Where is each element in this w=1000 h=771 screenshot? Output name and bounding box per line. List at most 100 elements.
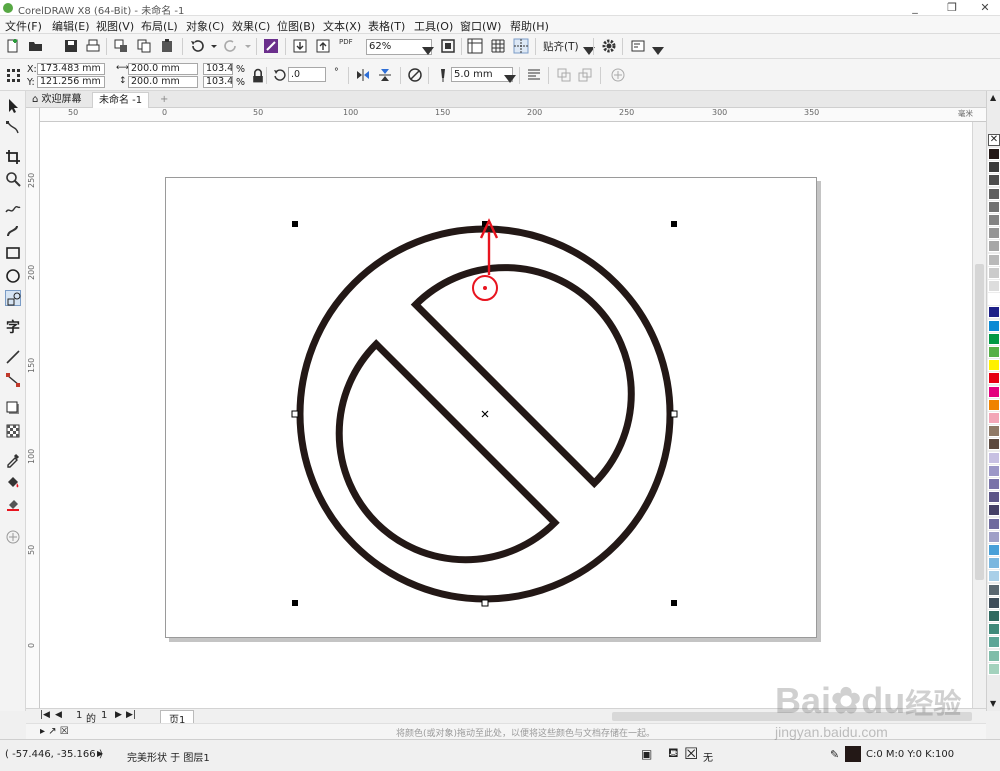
snap-to-menu[interactable]: 贴齐(T): [543, 39, 579, 54]
zoom-tool-icon[interactable]: [5, 171, 21, 187]
smart-fill-icon[interactable]: [5, 496, 21, 512]
color-swatch[interactable]: [988, 346, 1000, 358]
height-input[interactable]: 200.0 mm: [128, 76, 198, 88]
color-swatch[interactable]: [988, 610, 1000, 622]
redo-dropdown-icon[interactable]: [240, 38, 251, 54]
prohibit-half-lower[interactable]: [335, 339, 560, 564]
status-expand-icon[interactable]: ▶: [97, 749, 103, 758]
palette-scroll-down-icon[interactable]: ▼: [990, 699, 996, 708]
color-swatch[interactable]: [988, 438, 1000, 451]
artwork-layer[interactable]: [40, 122, 972, 708]
show-rulers-icon[interactable]: [467, 38, 483, 54]
menu-edit[interactable]: 编辑(E): [52, 18, 90, 34]
menu-window[interactable]: 窗口(W): [460, 18, 501, 34]
new-document-icon[interactable]: [5, 38, 21, 54]
color-swatch[interactable]: [988, 306, 1000, 319]
mirror-vertical-icon[interactable]: [377, 67, 393, 83]
maximize-button[interactable]: ❐: [940, 0, 964, 16]
color-swatch[interactable]: [988, 412, 1000, 424]
options-gear-icon[interactable]: [601, 38, 617, 54]
import-arrow-icon[interactable]: [292, 38, 308, 54]
next-page-icon[interactable]: ▶: [115, 710, 122, 720]
color-swatch[interactable]: [988, 200, 1000, 213]
palette-scroll-up-icon[interactable]: ▲: [990, 93, 996, 102]
color-swatch[interactable]: [988, 570, 1000, 583]
width-input[interactable]: 200.0 mm: [128, 63, 198, 75]
first-page-icon[interactable]: |◀: [40, 710, 50, 720]
no-color-swatch[interactable]: ✕: [988, 134, 1000, 146]
color-swatch[interactable]: [988, 451, 1000, 464]
launch-app-icon[interactable]: [630, 38, 646, 54]
color-swatch[interactable]: [988, 662, 1000, 675]
menu-object[interactable]: 对象(C): [186, 18, 224, 34]
print-icon[interactable]: [85, 38, 101, 54]
import-icon[interactable]: [113, 38, 129, 54]
edit-icon[interactable]: ▸ ↗ ☒: [40, 726, 69, 737]
color-swatch[interactable]: [988, 240, 1000, 253]
color-swatch[interactable]: [988, 596, 1000, 609]
color-swatch[interactable]: [988, 187, 1000, 200]
tab-document[interactable]: 未命名 -1: [92, 92, 150, 108]
horizontal-ruler[interactable]: 50 0 50 100 150 200 250 300 350 毫米: [40, 108, 986, 122]
full-screen-icon[interactable]: [440, 38, 456, 54]
color-swatch[interactable]: [988, 280, 1000, 292]
open-folder-icon[interactable]: [28, 38, 44, 54]
wrap-text-icon[interactable]: [407, 67, 423, 83]
mirror-horizontal-icon[interactable]: [355, 67, 371, 83]
undo-icon[interactable]: [189, 38, 205, 54]
vertical-scrollbar[interactable]: [972, 122, 986, 708]
pick-tool-icon[interactable]: [5, 98, 21, 114]
color-swatch[interactable]: [988, 293, 1000, 306]
menu-help[interactable]: 帮助(H): [510, 18, 549, 34]
show-grid-icon[interactable]: [490, 38, 506, 54]
tab-welcome[interactable]: ⌂ 欢迎屏幕: [26, 92, 92, 108]
color-swatch[interactable]: [988, 491, 1000, 504]
color-swatch[interactable]: [988, 425, 1000, 438]
rectangle-tool-icon[interactable]: [5, 245, 21, 261]
add-tool-icon[interactable]: [5, 529, 21, 545]
eyedropper-icon[interactable]: [5, 452, 21, 468]
zoom-dropdown-icon[interactable]: [420, 43, 434, 55]
color-swatch[interactable]: [988, 148, 1000, 160]
color-swatch[interactable]: [988, 544, 1000, 556]
color-swatch[interactable]: [988, 332, 1000, 345]
export-pdf-icon[interactable]: PDF: [339, 38, 357, 54]
close-button[interactable]: ✕: [973, 0, 997, 16]
color-proof-icon[interactable]: ▣: [641, 747, 652, 761]
color-swatch[interactable]: [988, 253, 1000, 266]
freehand-tool-icon[interactable]: [5, 200, 21, 216]
add-tab-button[interactable]: +: [154, 92, 174, 108]
artistic-media-icon[interactable]: [5, 222, 21, 238]
color-swatch[interactable]: [988, 478, 1000, 490]
object-origin-icon[interactable]: [5, 67, 21, 83]
menu-tools[interactable]: 工具(O): [414, 18, 453, 34]
color-swatch[interactable]: [988, 372, 1000, 385]
scale-x-input[interactable]: 103.4: [203, 63, 233, 75]
polygon-tool-icon[interactable]: [5, 290, 21, 306]
color-swatch[interactable]: [988, 623, 1000, 636]
drawing-canvas[interactable]: [40, 122, 972, 708]
shape-tool-icon[interactable]: [5, 120, 21, 136]
color-swatch[interactable]: [988, 161, 1000, 174]
color-swatch[interactable]: [988, 266, 1000, 279]
vertical-scroll-thumb[interactable]: [975, 264, 984, 580]
menu-file[interactable]: 文件(F): [5, 18, 42, 34]
undo-dropdown-icon[interactable]: [206, 38, 217, 54]
color-swatch[interactable]: [988, 530, 1000, 543]
snap-dropdown-icon[interactable]: [581, 43, 595, 55]
save-icon[interactable]: [63, 38, 79, 54]
color-swatch[interactable]: [988, 359, 1000, 372]
last-page-icon[interactable]: ▶|: [126, 710, 136, 720]
prev-page-icon[interactable]: ◀: [55, 710, 62, 720]
redo-icon[interactable]: [223, 38, 239, 54]
color-swatch[interactable]: [988, 557, 1000, 570]
lock-ratio-icon[interactable]: [250, 68, 263, 83]
color-swatch[interactable]: [988, 319, 1000, 332]
color-swatch[interactable]: [988, 385, 1000, 398]
copy-icon[interactable]: [136, 38, 152, 54]
launch-dropdown-icon[interactable]: [650, 43, 664, 55]
transparency-icon[interactable]: [5, 423, 21, 439]
rotation-input[interactable]: .0: [288, 67, 326, 82]
menu-effects[interactable]: 效果(C): [232, 18, 270, 34]
color-swatch[interactable]: [988, 504, 1000, 517]
